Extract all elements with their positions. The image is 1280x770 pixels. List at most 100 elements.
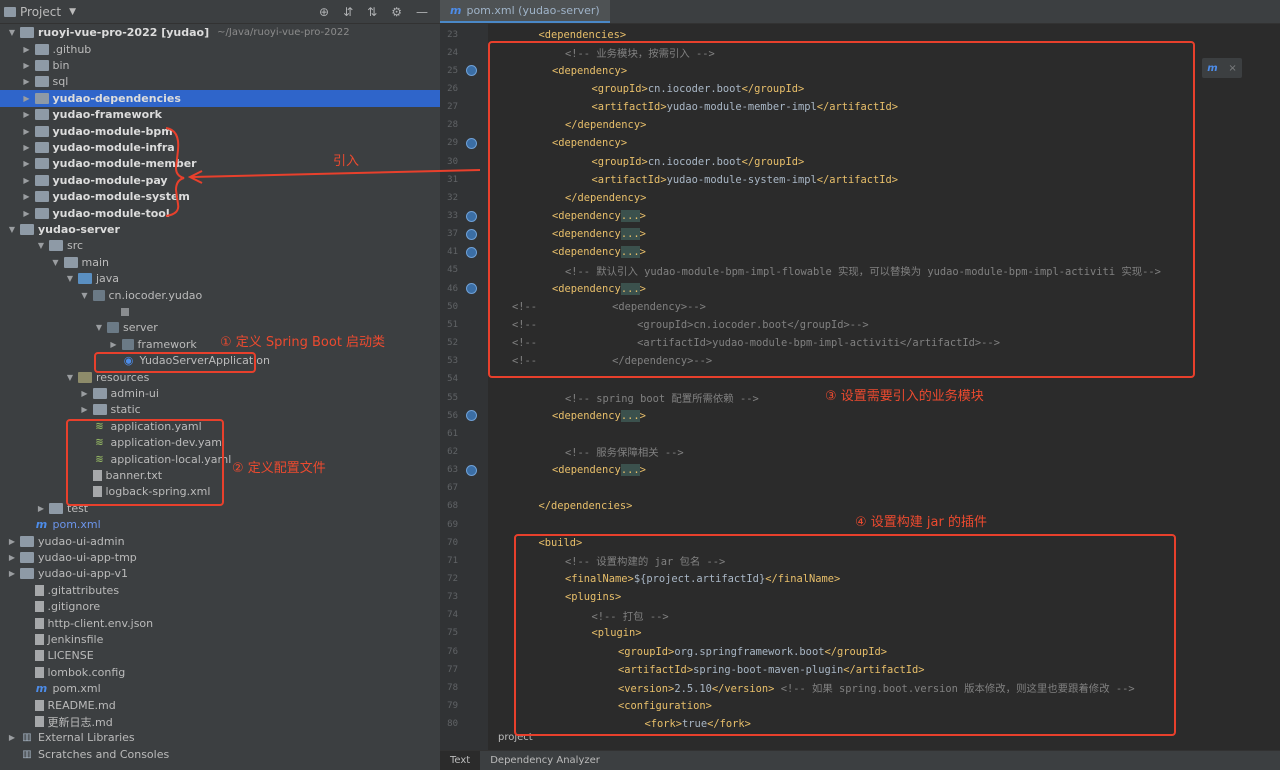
- maven-dependency-gutter-icon[interactable]: [466, 246, 477, 258]
- chevron-right-icon[interactable]: ▶: [108, 340, 120, 349]
- chevron-right-icon[interactable]: ▶: [21, 110, 33, 119]
- chevron-right-icon[interactable]: ▶: [6, 553, 18, 562]
- chevron-down-icon[interactable]: ▼: [50, 258, 62, 267]
- tree-item[interactable]: m pom.xml: [0, 517, 440, 534]
- tree-item-label: yudao-module-infra: [52, 141, 175, 155]
- code-line[interactable]: 62 <!-- 服务保障相关 -->: [440, 443, 1280, 461]
- chevron-down-icon[interactable]: ▼: [64, 274, 76, 283]
- maven-dependency-gutter-icon[interactable]: [466, 464, 477, 476]
- tree-item[interactable]: ▶ yudao-module-pay: [0, 172, 440, 189]
- tree-item[interactable]: ▶ static: [0, 402, 440, 419]
- tree-item[interactable]: ▶ yudao-ui-app-tmp: [0, 549, 440, 566]
- tree-item[interactable]: ▼ cn.iocoder.yudao: [0, 287, 440, 304]
- gear-icon[interactable]: ⚙: [391, 5, 402, 19]
- tree-item[interactable]: ▼ src: [0, 238, 440, 255]
- tree-item[interactable]: m pom.xml: [0, 681, 440, 698]
- chevron-right-icon[interactable]: ▶: [79, 405, 91, 414]
- tree-item[interactable]: ▶ yudao-ui-admin: [0, 533, 440, 550]
- locate-icon[interactable]: ⊕: [319, 5, 329, 19]
- chevron-right-icon[interactable]: ▶: [21, 94, 33, 103]
- tree-item[interactable]: [0, 303, 440, 320]
- tree-item-label: src: [67, 239, 84, 253]
- chevron-right-icon[interactable]: ▶: [6, 733, 18, 742]
- package-icon: [121, 338, 134, 350]
- tree-item[interactable]: ▼ yudao-server: [0, 221, 440, 238]
- tree-item-label: yudao-module-pay: [52, 173, 168, 187]
- folded-region[interactable]: ...: [620, 464, 640, 477]
- tree-item[interactable]: ▶ admin-ui: [0, 385, 440, 402]
- tree-item[interactable]: ▶ bin: [0, 57, 440, 74]
- chevron-down-icon[interactable]: ▼: [64, 373, 76, 382]
- code-line[interactable]: 67: [440, 479, 1280, 497]
- tree-item[interactable]: ▶ yudao-module-bpm: [0, 123, 440, 140]
- maven-dependency-gutter-icon[interactable]: [466, 283, 477, 295]
- code-line[interactable]: 61: [440, 425, 1280, 443]
- chevron-right-icon[interactable]: ▶: [21, 159, 33, 168]
- close-icon[interactable]: ×: [1228, 63, 1236, 74]
- line-number: 76: [447, 646, 458, 657]
- maven-dependency-gutter-icon[interactable]: [466, 65, 477, 77]
- tab-dependency-analyzer[interactable]: Dependency Analyzer: [480, 751, 610, 770]
- tree-item[interactable]: ▶ .github: [0, 41, 440, 58]
- code-line[interactable]: 56 <dependency...>: [440, 407, 1280, 425]
- maven-reload-icon[interactable]: m: [1207, 63, 1217, 74]
- chevron-right-icon[interactable]: ▶: [21, 61, 33, 70]
- chevron-down-icon[interactable]: ▼: [79, 291, 91, 300]
- tree-item[interactable]: ▥ Scratches and Consoles: [0, 746, 440, 763]
- chevron-down-icon[interactable]: ▼: [6, 225, 18, 234]
- collapse-all-icon[interactable]: ⇅: [367, 5, 377, 19]
- tree-item[interactable]: ▶ yudao-module-infra: [0, 139, 440, 156]
- chevron-right-icon[interactable]: ▶: [21, 143, 33, 152]
- folded-region[interactable]: ...: [620, 409, 640, 422]
- tree-item[interactable]: ▼ ruoyi-vue-pro-2022 [yudao] ~/Java/ruoyi-…: [0, 25, 440, 42]
- maven-dependency-gutter-icon[interactable]: [466, 410, 477, 422]
- maven-dependency-gutter-icon[interactable]: [466, 137, 477, 149]
- chevron-down-icon[interactable]: ▼: [93, 323, 105, 332]
- tree-item[interactable]: ▼ java: [0, 271, 440, 288]
- chevron-right-icon[interactable]: ▶: [21, 127, 33, 136]
- tree-item[interactable]: ▼ main: [0, 254, 440, 271]
- tree-item[interactable]: ▶ ▥ External Libraries: [0, 730, 440, 747]
- tree-item[interactable]: ▶ yudao-module-system: [0, 189, 440, 206]
- chevron-right-icon[interactable]: ▶: [6, 569, 18, 578]
- tree-item[interactable]: Jenkinsfile: [0, 631, 440, 648]
- tree-item[interactable]: ▶ sql: [0, 74, 440, 91]
- project-panel-title[interactable]: Project: [20, 5, 61, 19]
- chevron-right-icon[interactable]: ▶: [21, 209, 33, 218]
- tree-item[interactable]: ▶ yudao-module-tool: [0, 205, 440, 222]
- minimize-icon[interactable]: —: [416, 5, 428, 19]
- chevron-right-icon[interactable]: ▶: [21, 77, 33, 86]
- tree-item[interactable]: README.md: [0, 697, 440, 714]
- tree-item[interactable]: ▶ yudao-framework: [0, 107, 440, 124]
- chevron-right-icon[interactable]: ▶: [35, 504, 47, 513]
- tree-item[interactable]: 更新日志.md: [0, 713, 440, 730]
- line-number: 53: [447, 356, 458, 367]
- folder-icon: [34, 158, 49, 170]
- chevron-right-icon[interactable]: ▶: [21, 192, 33, 201]
- tree-item-label: LICENSE: [47, 649, 94, 663]
- chevron-down-icon[interactable]: ▼: [6, 28, 18, 37]
- expand-all-icon[interactable]: ⇵: [343, 5, 353, 19]
- tab-text[interactable]: Text: [440, 750, 481, 770]
- tree-item[interactable]: .gitignore: [0, 599, 440, 616]
- tree-item-label: cn.iocoder.yudao: [108, 288, 203, 302]
- chevron-down-icon[interactable]: ▼: [35, 241, 47, 250]
- tree-item[interactable]: http-client.env.json: [0, 615, 440, 632]
- maven-reload-widget[interactable]: m ×: [1202, 58, 1242, 78]
- chevron-right-icon[interactable]: ▶: [21, 176, 33, 185]
- tree-item[interactable]: lombok.config: [0, 664, 440, 681]
- tree-item[interactable]: .gitattributes: [0, 582, 440, 599]
- code-line[interactable]: 63 <dependency...>: [440, 461, 1280, 479]
- chevron-right-icon[interactable]: ▶: [79, 389, 91, 398]
- tree-item[interactable]: ▶ yudao-module-member: [0, 156, 440, 173]
- tab-pom-xml[interactable]: m pom.xml (yudao-server): [440, 0, 610, 23]
- chevron-right-icon[interactable]: ▶: [6, 537, 18, 546]
- maven-dependency-gutter-icon[interactable]: [466, 210, 477, 222]
- chevron-down-icon[interactable]: ▼: [69, 7, 76, 17]
- maven-dependency-gutter-icon[interactable]: [466, 228, 477, 240]
- tree-item[interactable]: LICENSE: [0, 648, 440, 665]
- tree-item[interactable]: ▶ yudao-ui-app-v1: [0, 566, 440, 583]
- editor-bottom-tabs: Text Dependency Analyzer: [440, 750, 1280, 770]
- tree-item[interactable]: ▶ yudao-dependencies: [0, 90, 440, 107]
- chevron-right-icon[interactable]: ▶: [21, 45, 33, 54]
